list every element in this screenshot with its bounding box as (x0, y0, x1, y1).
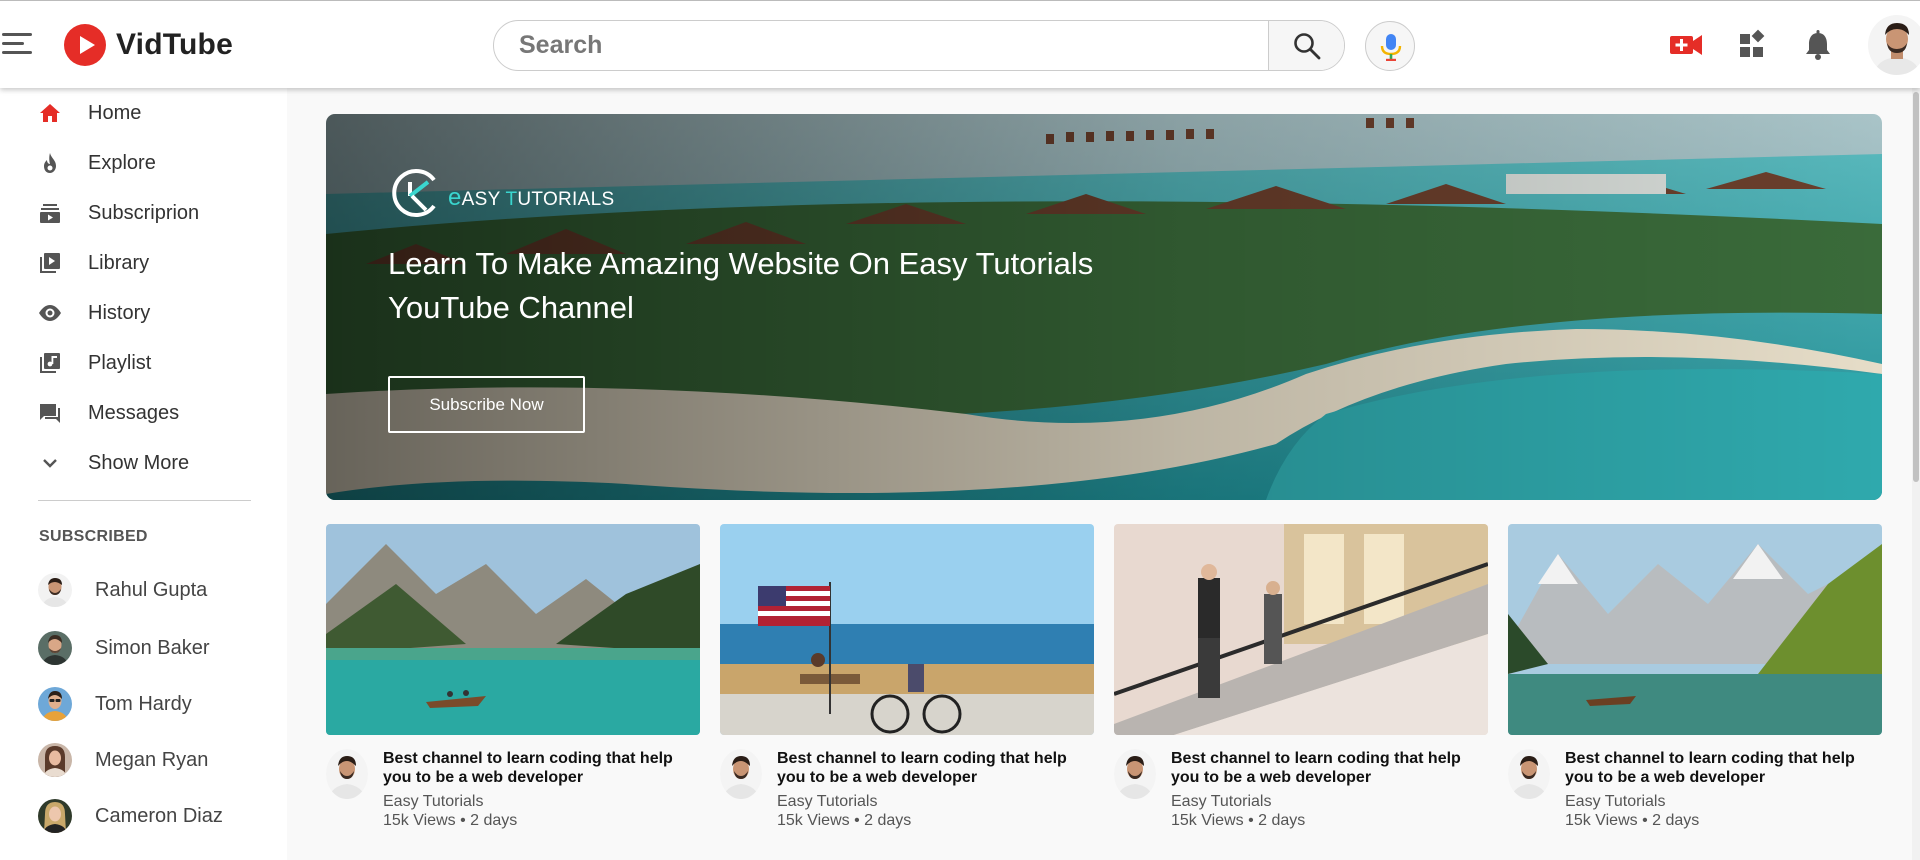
video-channel[interactable]: Easy Tutorials (1565, 793, 1665, 811)
sidebar-item-library[interactable]: Library (0, 241, 270, 285)
library-icon (40, 253, 60, 273)
video-card[interactable]: Best channel to learn coding that help y… (1508, 524, 1882, 834)
avatar (38, 573, 72, 607)
video-channel[interactable]: Easy Tutorials (383, 793, 483, 811)
channel-avatar[interactable] (1114, 749, 1156, 799)
search-input[interactable] (494, 21, 1270, 70)
home-icon (40, 104, 60, 122)
video-channel[interactable]: Easy Tutorials (1171, 793, 1271, 811)
subscription-item[interactable]: Cameron Diaz (0, 793, 270, 839)
voice-search-button[interactable] (1365, 21, 1415, 71)
vidtube-logo-icon[interactable] (64, 24, 106, 66)
video-thumbnail[interactable] (1114, 524, 1488, 735)
sidebar-item-home[interactable]: Home (0, 91, 270, 135)
sidebar-item-label: Home (88, 102, 142, 124)
apps-icon[interactable] (1736, 29, 1770, 61)
avatar (38, 631, 72, 665)
sidebar-item-label: Subscriprion (88, 202, 200, 224)
video-thumbnail[interactable] (326, 524, 700, 735)
video-meta: 15k Views • 2 days (1171, 812, 1306, 829)
subscription-item[interactable]: Tom Hardy (0, 681, 270, 727)
microphone-icon (1380, 34, 1402, 61)
channel-avatar[interactable] (720, 749, 762, 799)
playlist-icon (40, 353, 60, 373)
sidebar-item-label: Playlist (88, 352, 152, 374)
video-thumbnail[interactable] (720, 524, 1094, 735)
sidebar-item-label: History (88, 302, 151, 324)
avatar (38, 743, 72, 777)
subscription-name: Simon Baker (95, 637, 210, 659)
video-card[interactable]: Best channel to learn coding that help y… (326, 524, 700, 834)
sidebar: Home Explore Subscriprion Library Histor… (0, 88, 287, 860)
video-meta: 15k Views • 2 days (1565, 812, 1700, 829)
video-meta: 15k Views • 2 days (777, 812, 912, 829)
search-icon (1294, 33, 1321, 60)
video-channel[interactable]: Easy Tutorials (777, 793, 877, 811)
bell-icon[interactable] (1801, 29, 1835, 61)
video-thumbnail[interactable] (1508, 524, 1882, 735)
eye-icon (39, 305, 61, 321)
sidebar-item-label: Explore (88, 152, 156, 174)
chevron-down-icon (43, 459, 57, 468)
easy-tutorials-logo-icon (392, 169, 436, 217)
search-button[interactable] (1268, 21, 1344, 70)
sidebar-item-explore[interactable]: Explore (0, 141, 270, 185)
subscription-name: Rahul Gupta (95, 579, 208, 601)
sidebar-item-label: Messages (88, 402, 180, 424)
channel-avatar[interactable] (1508, 749, 1550, 799)
channel-avatar[interactable] (326, 749, 368, 799)
sidebar-item-label: Library (88, 252, 150, 274)
subscription-item[interactable]: Simon Baker (0, 625, 270, 671)
sidebar-item-history[interactable]: History (0, 291, 270, 335)
avatar (38, 687, 72, 721)
video-title[interactable]: Best channel to learn coding that help y… (1565, 749, 1875, 787)
chat-icon (40, 404, 60, 423)
subscribe-now-button[interactable]: Subscribe Now (388, 376, 585, 433)
subscription-name: Tom Hardy (95, 693, 192, 715)
avatar (38, 799, 72, 833)
sidebar-item-messages[interactable]: Messages (0, 391, 270, 435)
sidebar-divider (38, 500, 251, 501)
sidebar-item-subscription[interactable]: Subscriprion (0, 191, 270, 235)
video-upload-icon[interactable] (1669, 29, 1703, 61)
user-avatar[interactable] (1868, 15, 1920, 75)
flame-icon (44, 153, 56, 173)
video-card[interactable]: Best channel to learn coding that help y… (1114, 524, 1488, 834)
sidebar-item-playlist[interactable]: Playlist (0, 341, 270, 385)
subscription-name: Megan Ryan (95, 749, 209, 771)
subscriptions-icon (40, 204, 60, 223)
banner-title: Learn To Make Amazing Website On Easy Tu… (388, 246, 1094, 325)
video-title[interactable]: Best channel to learn coding that help y… (1171, 749, 1481, 787)
sidebar-item-show-more[interactable]: Show More (0, 441, 270, 485)
video-meta: 15k Views • 2 days (383, 812, 518, 829)
top-bar: VidTube (0, 0, 1920, 88)
app-name[interactable]: VidTube (116, 28, 233, 62)
hero-banner: eASY TUTORIALS Learn To Make Amazing Web… (326, 114, 1882, 500)
search-bar (493, 20, 1345, 71)
video-card[interactable]: Best channel to learn coding that help y… (720, 524, 1094, 834)
subscription-item[interactable]: Megan Ryan (0, 737, 270, 783)
hamburger-menu-icon[interactable] (2, 33, 34, 57)
subscribed-heading: SUBSCRIBED (39, 528, 148, 545)
sidebar-item-label: Show More (88, 452, 190, 474)
subscription-item[interactable]: Rahul Gupta (0, 567, 270, 613)
video-title[interactable]: Best channel to learn coding that help y… (777, 749, 1087, 787)
scrollbar-thumb[interactable] (1913, 92, 1919, 482)
video-title[interactable]: Best channel to learn coding that help y… (383, 749, 693, 787)
subscription-name: Cameron Diaz (95, 805, 223, 827)
banner-brand-name: eASY TUTORIALS (448, 184, 615, 211)
